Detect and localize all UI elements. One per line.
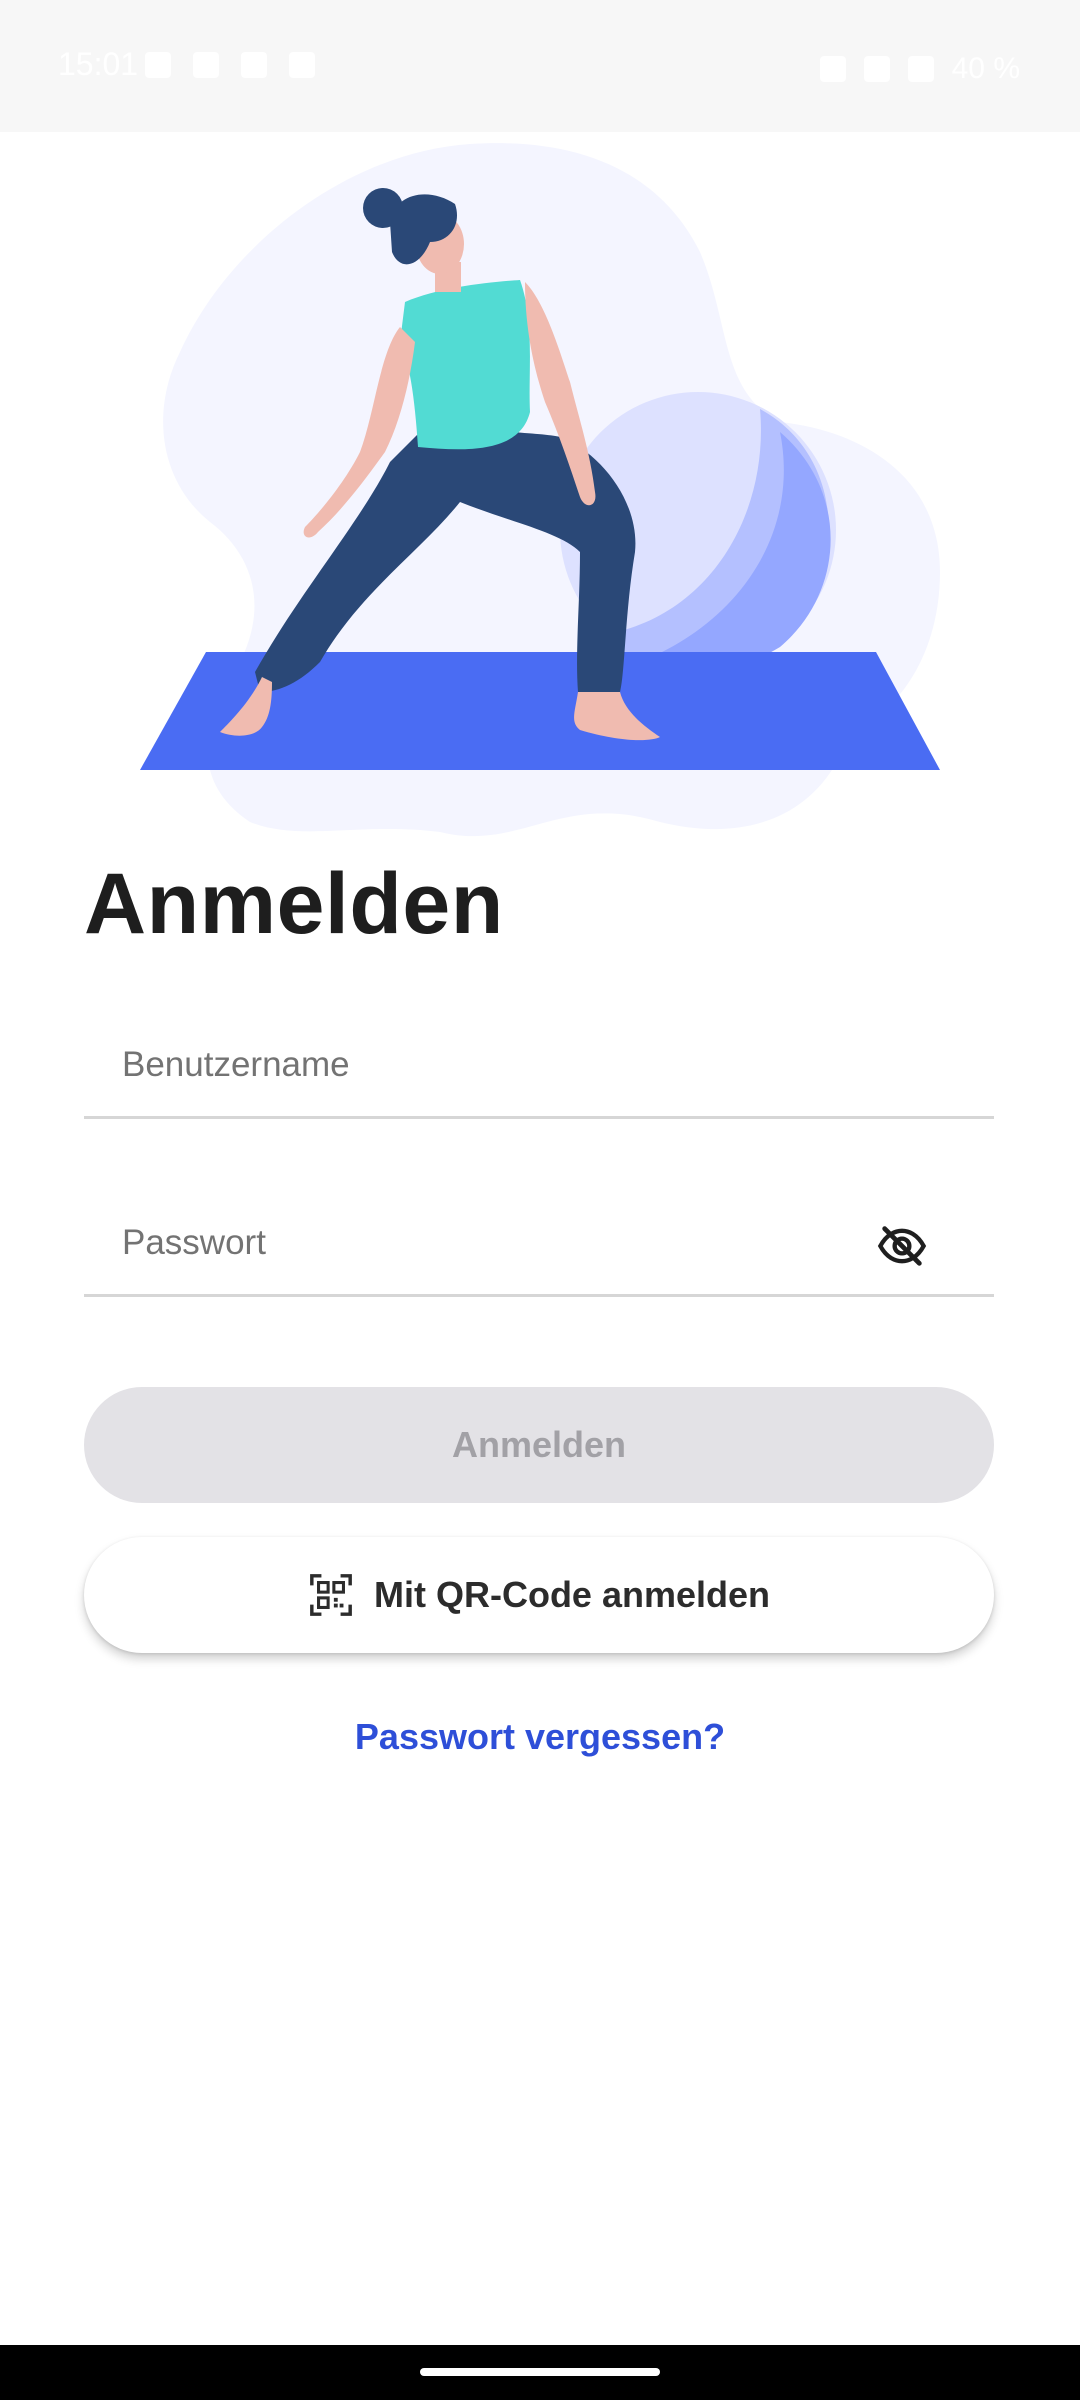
- yoga-illustration: [140, 143, 940, 837]
- status-time: 15:01: [58, 46, 139, 82]
- username-input[interactable]: [120, 1034, 884, 1096]
- cloud-notification-icon: [241, 52, 267, 78]
- mail-notification-icon: [193, 52, 219, 78]
- wifi-icon: [863, 56, 890, 82]
- signal-icon: [907, 56, 934, 82]
- password-input[interactable]: [120, 1212, 884, 1274]
- username-field[interactable]: [84, 1004, 994, 1119]
- home-indicator[interactable]: [420, 2368, 660, 2376]
- login-button[interactable]: Anmelden: [84, 1387, 994, 1503]
- page-title: Anmelden: [84, 856, 504, 952]
- password-field[interactable]: [84, 1182, 994, 1297]
- status-bar: 15:01 40 %: [0, 0, 1080, 132]
- qr-login-button[interactable]: Mit QR-Code anmelden: [84, 1537, 994, 1653]
- battery-level: 40 %: [951, 52, 1020, 85]
- clipboard-notification-icon: [289, 52, 315, 78]
- photo-notification-icon: [145, 52, 171, 78]
- notification-icons: [145, 52, 315, 78]
- qr-code-icon: [310, 1574, 352, 1616]
- forgot-password-link[interactable]: Passwort vergessen?: [0, 1716, 1080, 1758]
- qr-login-label: Mit QR-Code anmelden: [373, 1574, 771, 1615]
- password-visibility-toggle[interactable]: [874, 1218, 930, 1274]
- system-icons: 40 %: [819, 52, 1020, 86]
- bluetooth-icon: [819, 56, 846, 82]
- eye-off-icon: [877, 1226, 927, 1266]
